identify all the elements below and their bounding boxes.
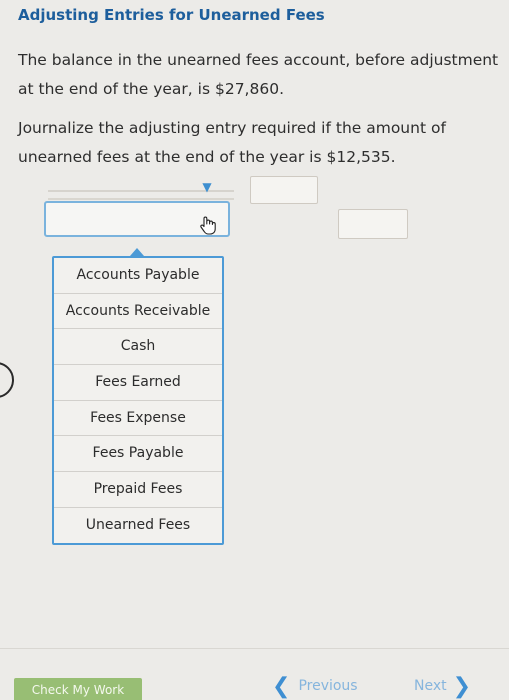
problem-statement-instruction: Journalize the adjusting entry required … <box>18 119 446 166</box>
chevron-left-icon: ❮ <box>272 674 291 699</box>
dropdown-option-cash[interactable]: Cash <box>54 329 222 366</box>
dropdown-option-unearned-fees[interactable]: Unearned Fees <box>54 508 222 543</box>
dropdown-option-fees-expense[interactable]: Fees Expense <box>54 401 222 437</box>
previous-label: Previous <box>298 678 358 694</box>
dropdown-option-prepaid-fees[interactable]: Prepaid Fees <box>54 472 222 508</box>
footer-divider <box>0 648 509 649</box>
problem-statement-balance: The balance in the unearned fees account… <box>18 51 499 98</box>
step-indicator-circle <box>0 362 14 398</box>
hand-pointer-icon <box>200 216 216 235</box>
dropdown-option-fees-earned[interactable]: Fees Earned <box>54 365 222 401</box>
dropdown-caret <box>130 248 144 256</box>
previous-button[interactable]: ❮ Previous <box>272 674 358 699</box>
problem-page: Adjusting Entries for Unearned Fees The … <box>0 0 509 700</box>
dropdown-option-accounts-receivable[interactable]: Accounts Receivable <box>54 294 222 330</box>
next-label: Next <box>414 678 447 694</box>
check-my-work-button[interactable]: Check My Work <box>14 678 142 700</box>
debit-amount-input[interactable] <box>250 176 318 204</box>
dropdown-option-fees-payable[interactable]: Fees Payable <box>54 436 222 473</box>
dropdown-option-accounts-payable[interactable]: Accounts Payable <box>54 258 222 294</box>
next-button[interactable]: Next ❯ <box>414 674 472 699</box>
account-dropdown-list: Accounts Payable Accounts Receivable Cas… <box>52 256 224 545</box>
chevron-right-icon: ❯ <box>452 674 472 699</box>
dropdown-arrow-icon[interactable]: ▼ <box>196 180 218 194</box>
credit-amount-input[interactable] <box>338 209 408 239</box>
page-title: Adjusting Entries for Unearned Fees <box>18 6 325 24</box>
